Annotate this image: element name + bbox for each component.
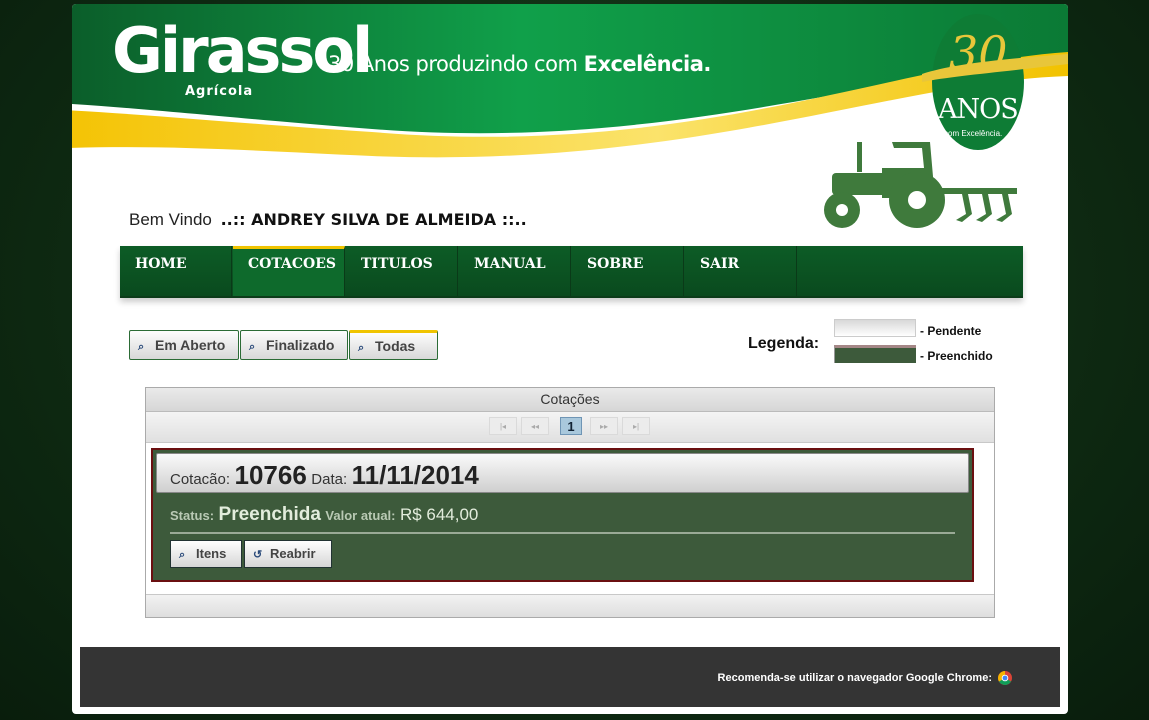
nav-item-sobre[interactable]: SOBRE	[572, 246, 684, 296]
main-nav: HOME COTACOES TITULOS MANUAL SOBRE SAIR	[120, 246, 1023, 298]
reopen-button[interactable]: ↺ Reabrir	[244, 540, 332, 568]
nav-item-titulos[interactable]: TITULOS	[346, 246, 458, 296]
welcome-message: Bem Vindo ..:: ANDREY SILVA DE ALMEIDA :…	[129, 210, 527, 230]
filter-finished-button[interactable]: ⌕ Finalizado	[240, 330, 348, 360]
nav-item-home[interactable]: HOME	[120, 246, 232, 296]
pager: |◂ ◂◂ 1 ▸▸ ▸|	[146, 412, 994, 443]
legend-filled-label: - Preenchido	[920, 349, 993, 363]
quote-status-line: Status: Preenchida Valor atual: R$ 644,0…	[170, 504, 478, 526]
date-value: 11/11/2014	[351, 460, 479, 490]
status-value: Preenchida	[218, 504, 321, 525]
quote-card-header: Cotacão: 10766 Data: 11/11/2014	[156, 453, 969, 493]
badge-word: ANOS	[938, 94, 1019, 125]
nav-item-sair[interactable]: SAIR	[685, 246, 797, 296]
quotes-panel: Cotações |◂ ◂◂ 1 ▸▸ ▸| Cotacão: 10766 Da…	[145, 387, 995, 618]
reopen-icon: ↺	[253, 549, 263, 561]
quote-card: Cotacão: 10766 Data: 11/11/2014 Status: …	[151, 448, 974, 582]
browser-recommendation: Recomenda-se utilizar o navegador Google…	[717, 672, 992, 684]
tagline-text: 30 Anos produzindo com	[328, 52, 578, 76]
filter-all-label: Todas	[375, 338, 416, 354]
legend-title: Legenda:	[748, 335, 820, 352]
filter-open-button[interactable]: ⌕ Em Aberto	[129, 330, 239, 360]
quote-number: 10766	[234, 460, 307, 490]
search-icon: ⌕	[358, 342, 365, 354]
legend-filled-swatch	[834, 345, 916, 363]
filter-open-label: Em Aberto	[155, 337, 226, 353]
legend-pending-label: - Pendente	[920, 324, 982, 338]
badge-number: 30	[949, 26, 1008, 80]
filter-finished-label: Finalizado	[266, 337, 335, 353]
badge-subtitle: com Excelência.	[944, 129, 1003, 138]
nav-item-manual[interactable]: MANUAL	[459, 246, 571, 296]
brand-tagline: 30 Anos produzindo com Excelência.	[328, 52, 711, 76]
legend-pending-swatch	[834, 319, 916, 337]
card-divider	[170, 532, 955, 534]
filter-all-button[interactable]: ⌕ Todas	[349, 330, 438, 360]
quote-label: Cotacão:	[170, 471, 231, 488]
search-icon: ⌕	[138, 341, 145, 353]
status-label: Status:	[170, 508, 215, 523]
search-icon: ⌕	[179, 549, 186, 561]
value-label: Valor atual:	[325, 508, 396, 523]
pager-prev-button[interactable]: ◂◂	[521, 417, 549, 435]
value-amount: R$ 644,00	[399, 505, 479, 524]
reopen-button-label: Reabrir	[270, 546, 316, 561]
anniversary-badge: 30 ANOS com Excelência.	[934, 14, 1024, 149]
page-container: Girassol Agrícola 30 Anos produzindo com…	[72, 4, 1068, 714]
search-icon: ⌕	[249, 341, 256, 353]
items-button-label: Itens	[196, 546, 227, 561]
pager-last-button[interactable]: ▸|	[622, 417, 650, 435]
pager-current-page[interactable]: 1	[560, 417, 582, 435]
chrome-icon	[998, 671, 1012, 690]
date-label: Data:	[311, 471, 348, 488]
tagline-bold: Excelência.	[583, 52, 712, 76]
pager-next-button[interactable]: ▸▸	[590, 417, 618, 435]
brand-subtitle: Agrícola	[185, 84, 254, 99]
user-name: ..:: ANDREY SILVA DE ALMEIDA ::..	[220, 210, 527, 229]
page-footer: Recomenda-se utilizar o navegador Google…	[80, 647, 1060, 707]
items-button[interactable]: ⌕ Itens	[170, 540, 242, 568]
nav-item-cotacoes[interactable]: COTACOES	[233, 246, 345, 296]
pager-first-button[interactable]: |◂	[489, 417, 517, 435]
panel-title: Cotações	[146, 388, 994, 412]
tractor-icon	[822, 138, 1022, 238]
welcome-label: Bem Vindo	[129, 210, 212, 229]
panel-footer	[146, 594, 994, 617]
